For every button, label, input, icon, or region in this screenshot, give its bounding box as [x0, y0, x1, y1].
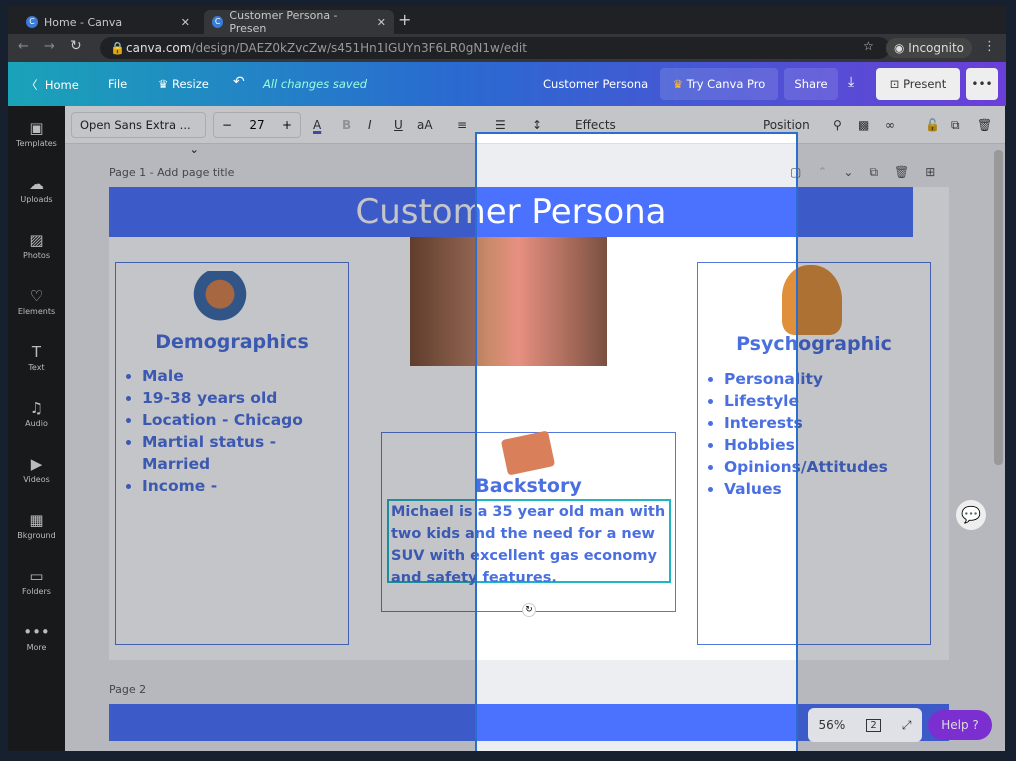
resize-label: Resize	[171, 77, 209, 91]
new-tab-button[interactable]: +	[398, 10, 411, 29]
lock-icon: 🔒	[110, 41, 125, 55]
canva-header: 〈 Home File ♛ Resize ↶ All changes saved…	[8, 62, 1006, 106]
browser-tab-bar: C Home - Canva ✕ C Customer Persona - Prese…	[8, 6, 1006, 35]
url-input[interactable]: 🔒 canva.com/design/DAEZ0kZvcZw/s451Hn1IGU…	[100, 37, 890, 59]
bkground-icon: ▦	[29, 511, 44, 529]
dim-overlay-right	[798, 106, 1005, 751]
folders-icon: ▭	[29, 567, 44, 585]
try-canva-pro-button[interactable]: ♛ Try Canva Pro	[660, 68, 778, 100]
dim-overlay-left	[65, 106, 475, 751]
more-options-button[interactable]: •••	[966, 68, 998, 100]
undo-icon[interactable]: ↶	[233, 74, 245, 90]
page-count-button[interactable]: 2	[866, 718, 881, 732]
text-icon: T	[31, 343, 42, 361]
zoom-level[interactable]: 56%	[819, 718, 846, 732]
sidebar-item-bkground[interactable]: ▦ Bkground	[8, 511, 65, 540]
try-pro-label: Try Canva Pro	[686, 77, 766, 91]
spotlight-frame	[475, 132, 798, 751]
sidebar-item-label: Uploads	[20, 195, 53, 204]
templates-icon: ▣	[29, 119, 44, 137]
crown-icon: ♛	[672, 77, 687, 91]
crown-icon: ♛	[158, 77, 172, 91]
present-label: Present	[903, 77, 947, 91]
videos-icon: ▶	[30, 455, 43, 473]
incognito-icon: ◉	[894, 41, 909, 55]
sidebar-item-label: Videos	[23, 475, 50, 484]
tab-label: Home - Canva	[44, 15, 123, 29]
present-icon: ⊡	[889, 77, 904, 91]
home-label: Home	[44, 78, 79, 92]
vertical-scrollbar[interactable]	[994, 150, 1003, 465]
help-button[interactable]: Help ?	[928, 710, 992, 740]
sidebar-item-more[interactable]: ••• More	[8, 623, 65, 652]
sidebar-item-label: Audio	[25, 419, 48, 428]
home-button[interactable]: 〈 Home	[26, 77, 79, 93]
address-bar-row: ← → ↻ 🔒 canva.com/design/DAEZ0kZvcZw/s451…	[8, 34, 1006, 62]
sidebar-item-label: Templates	[16, 139, 57, 148]
reload-icon[interactable]: ↻	[70, 38, 82, 54]
download-icon[interactable]: ⤓	[848, 74, 854, 90]
sidebar-item-label: Text	[28, 363, 45, 372]
uploads-icon: ☁	[29, 175, 44, 193]
sidebar-item-label: Elements	[17, 307, 56, 316]
sidebar-item-templates[interactable]: ▣ Templates	[8, 119, 65, 148]
more-icon: •••	[23, 623, 50, 641]
sidebar-item-uploads[interactable]: ☁ Uploads	[8, 175, 65, 204]
sidebar-item-elements[interactable]: ♡ Elements	[8, 287, 65, 316]
menu-icon[interactable]: ⋮	[983, 39, 996, 54]
star-icon[interactable]: ☆	[863, 39, 874, 53]
fullscreen-icon[interactable]: ⤢	[902, 718, 912, 733]
sidebar-item-label: Bkground	[17, 531, 56, 540]
canva-favicon: C	[212, 16, 224, 28]
forward-icon[interactable]: →	[44, 39, 55, 54]
photos-icon: ▨	[29, 231, 44, 249]
profile-label: Incognito	[908, 41, 964, 55]
incognito-badge[interactable]: ◉ Incognito	[886, 38, 972, 58]
comment-icon[interactable]: 💬	[956, 500, 986, 530]
sidebar-item-text[interactable]: T Text	[8, 343, 65, 372]
url-path: /design/DAEZ0kZvcZw/s451Hn1IGUYn3F6LR0gN…	[191, 41, 527, 55]
sidebar-item-label: Folders	[22, 587, 51, 596]
present-button[interactable]: ⊡ Present	[876, 68, 960, 100]
file-menu[interactable]: File	[108, 77, 127, 91]
save-status: All changes saved	[263, 77, 368, 91]
sidebar-item-label: More	[26, 643, 47, 652]
tab-home-canva[interactable]: C Home - Canva ✕	[18, 10, 198, 34]
sidebar-item-videos[interactable]: ▶ Videos	[8, 455, 65, 484]
audio-icon: ♫	[29, 399, 44, 417]
zoom-controls: 56% 2 ⤢	[808, 708, 922, 742]
tab-customer-persona[interactable]: C Customer Persona - Presen ✕	[204, 9, 394, 35]
share-button[interactable]: Share	[784, 68, 838, 100]
resize-button[interactable]: ♛ Resize	[158, 77, 209, 91]
tab-label: Customer Persona - Presen	[229, 9, 338, 35]
document-title[interactable]: Customer Persona	[543, 77, 648, 91]
elements-icon: ♡	[29, 287, 44, 305]
close-icon[interactable]: ✕	[181, 16, 190, 29]
sidebar-item-photos[interactable]: ▨ Photos	[8, 231, 65, 260]
sidebar-item-label: Photos	[23, 251, 50, 260]
sidebar-item-audio[interactable]: ♫ Audio	[8, 399, 65, 428]
canva-favicon: C	[26, 16, 38, 28]
url-host: canva.com	[126, 41, 192, 55]
sidebar-item-folders[interactable]: ▭ Folders	[8, 567, 65, 596]
close-icon[interactable]: ✕	[377, 16, 386, 29]
back-icon[interactable]: ←	[18, 39, 29, 54]
dim-overlay-top	[475, 106, 798, 132]
